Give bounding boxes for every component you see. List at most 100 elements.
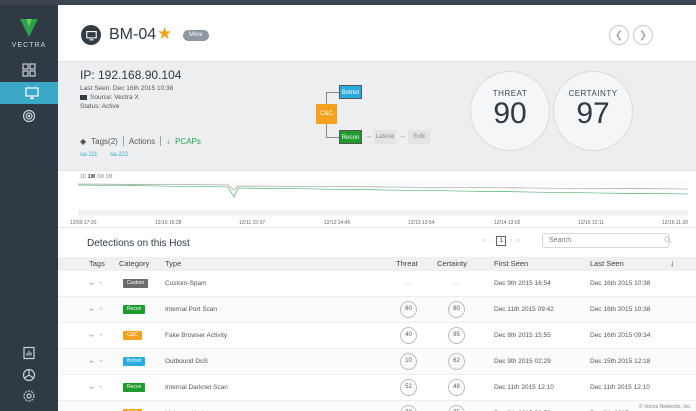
chevron-right-icon[interactable]: ❯ bbox=[633, 25, 653, 45]
threat-score: — bbox=[405, 280, 412, 287]
timeline-label: 12/15 12:11 bbox=[578, 220, 605, 226]
last-seen: Last Seen: Dec 16th 2015 10:38 bbox=[80, 85, 174, 92]
sidebar-item-dashboard[interactable] bbox=[0, 59, 58, 81]
search-input[interactable] bbox=[542, 233, 669, 248]
certainty-score: 95 bbox=[448, 327, 465, 344]
last-seen: Dec 16th 2015 09:34 bbox=[590, 332, 651, 339]
tag-icon[interactable]: ✒ bbox=[89, 384, 94, 392]
tag-icon[interactable]: ✒ bbox=[89, 306, 94, 314]
sidebar: VECTRA bbox=[0, 5, 70, 411]
last-page-icon[interactable]: » bbox=[516, 238, 519, 244]
col-tags[interactable]: Tags bbox=[89, 259, 105, 268]
chevron-left-icon[interactable]: ❮ bbox=[609, 25, 629, 45]
brand-name: VECTRA bbox=[11, 42, 47, 49]
timeline-handle[interactable] bbox=[78, 210, 688, 215]
certainty-score: — bbox=[453, 280, 460, 287]
add-tag-icon[interactable]: + bbox=[99, 384, 103, 391]
app-window: VECTRA BM-04 ★ More ❮ ❯ IP: 192.168.90.1… bbox=[0, 0, 696, 411]
pager: « ‹ 1 › » bbox=[483, 236, 520, 246]
sidebar-item-settings[interactable] bbox=[0, 385, 58, 407]
table-row[interactable]: ✒+C&CMalware Update7275Dec 8th 2015 22:5… bbox=[58, 401, 696, 411]
threat-score: 72 bbox=[400, 405, 417, 411]
last-seen: Dec 15th 2015 12:18 bbox=[590, 358, 651, 365]
sidebar-item-detections[interactable] bbox=[0, 105, 58, 127]
detections-title: Detections on this Host bbox=[87, 238, 190, 249]
killchain-cnc[interactable]: C&C bbox=[316, 104, 337, 124]
first-seen: Dec 9th 2015 02:29 bbox=[494, 358, 551, 365]
tag-icon[interactable]: ✒ bbox=[89, 332, 94, 340]
col-threat[interactable]: Threat bbox=[396, 259, 418, 268]
timeline-label: 12/09 17:20 bbox=[70, 220, 97, 226]
threat-score: 60 bbox=[400, 301, 417, 318]
star-icon[interactable]: ★ bbox=[157, 24, 172, 44]
certainty-score: CERTAINTY 97 bbox=[553, 71, 633, 151]
sidebar-item-hosts[interactable] bbox=[0, 82, 70, 104]
timeline-label: 12/16 11:20 bbox=[662, 220, 689, 226]
add-tag-icon[interactable]: + bbox=[99, 306, 103, 313]
last-seen: Dec 11th 2015 12:10 bbox=[590, 384, 650, 391]
threat-trend-line bbox=[77, 183, 689, 191]
status: Status: Active bbox=[80, 103, 120, 110]
monitor-icon bbox=[25, 87, 39, 100]
killchain-recon[interactable]: Recon bbox=[339, 130, 362, 144]
col-certainty[interactable]: Certainty bbox=[437, 259, 467, 268]
detections-panel: Detections on this Host « ‹ 1 › » Tags C… bbox=[58, 228, 696, 411]
gear-icon bbox=[23, 390, 35, 402]
host-ip: IP: 192.168.90.104 bbox=[80, 68, 182, 82]
table-row[interactable]: ✒ + C&C Fake Browser Activity 40 95 Dec 8th 20… bbox=[58, 323, 696, 349]
last-seen: Dec 16th 2015 10:38 bbox=[590, 306, 651, 313]
last-seen: Dec 16th 2015 10:38 bbox=[590, 280, 651, 287]
table-row[interactable]: ✒ + Recon Internal Port Scan 60 80 Dec 11th 20… bbox=[58, 297, 696, 323]
col-first-seen[interactable]: First Seen bbox=[494, 259, 528, 268]
network-icon bbox=[22, 368, 36, 382]
sidebar-item-network[interactable] bbox=[0, 364, 58, 386]
arrow-right-icon: → bbox=[365, 133, 372, 140]
next-page-icon[interactable]: › bbox=[510, 238, 512, 244]
table-row[interactable]: ✒ + Botnet Outbound DoS 10 62 Dec 9th 2015 02:… bbox=[58, 349, 696, 375]
prev-page-icon[interactable]: ‹ bbox=[490, 238, 492, 244]
timeline-label: 12/13 13:54 bbox=[408, 220, 435, 226]
first-seen: Dec 11th 2015 09:42 bbox=[494, 306, 554, 313]
detection-type[interactable]: Internal Darknet Scan bbox=[165, 384, 228, 391]
add-tag-icon[interactable]: + bbox=[99, 358, 103, 365]
timeline-graph[interactable] bbox=[58, 171, 696, 217]
timeline-label: 12/14 13:02 bbox=[494, 220, 521, 226]
brand-logo[interactable]: VECTRA bbox=[0, 17, 58, 49]
category-badge: Recon bbox=[123, 383, 146, 392]
tag-icon[interactable]: ✒ bbox=[89, 280, 94, 288]
col-category[interactable]: Category bbox=[119, 259, 149, 268]
actions-link[interactable]: Actions bbox=[129, 137, 155, 146]
detection-type[interactable]: Fake Browser Activity bbox=[165, 332, 227, 339]
threat-value: 90 bbox=[493, 97, 527, 130]
tag-chip[interactable]: sa-222 bbox=[110, 152, 128, 158]
first-page-icon[interactable]: « bbox=[483, 238, 486, 244]
killchain-botnet[interactable]: Botnet bbox=[339, 85, 362, 99]
killchain-lateral[interactable]: Lateral bbox=[374, 130, 396, 144]
tag-icon[interactable]: ✒ bbox=[89, 358, 94, 366]
host-info-panel: IP: 192.168.90.104 Last Seen: Dec 16th 2… bbox=[58, 62, 696, 170]
search-icon[interactable] bbox=[664, 236, 672, 244]
table-row[interactable]: ✒ + Custom Custom-Spam — — Dec 9th 2015 16:54 D… bbox=[58, 271, 696, 297]
certainty-score: 75 bbox=[448, 405, 465, 411]
page-number[interactable]: 1 bbox=[496, 236, 507, 246]
detection-type[interactable]: Custom-Spam bbox=[165, 280, 207, 287]
more-button[interactable]: More bbox=[183, 30, 209, 41]
tag-chip[interactable]: sa-111 bbox=[80, 152, 97, 158]
arrow-down-icon[interactable]: ↓ bbox=[670, 258, 675, 268]
add-tag-icon[interactable]: + bbox=[99, 332, 103, 339]
threat-score: 40 bbox=[400, 327, 417, 344]
killchain-exfil[interactable]: Exfil bbox=[408, 130, 430, 144]
detection-type[interactable]: Outbound DoS bbox=[165, 358, 208, 365]
detection-type[interactable]: Internal Port Scan bbox=[165, 306, 217, 313]
col-type[interactable]: Type bbox=[165, 259, 181, 268]
report-icon bbox=[23, 346, 35, 360]
tags-link[interactable]: Tags(2) bbox=[91, 137, 118, 146]
col-last-seen[interactable]: Last Seen bbox=[590, 259, 624, 268]
table-header: Tags Category Type Threat Certainty Firs… bbox=[58, 257, 696, 271]
add-tag-icon[interactable]: + bbox=[99, 280, 103, 287]
table-row[interactable]: ✒ + Recon Internal Darknet Scan 52 48 Dec 11th… bbox=[58, 375, 696, 401]
sidebar-item-reports[interactable] bbox=[0, 342, 58, 364]
pcaps-link[interactable]: PCAPs bbox=[175, 137, 201, 146]
arrow-right-icon: → bbox=[399, 133, 406, 140]
category-badge: Recon bbox=[123, 305, 146, 314]
